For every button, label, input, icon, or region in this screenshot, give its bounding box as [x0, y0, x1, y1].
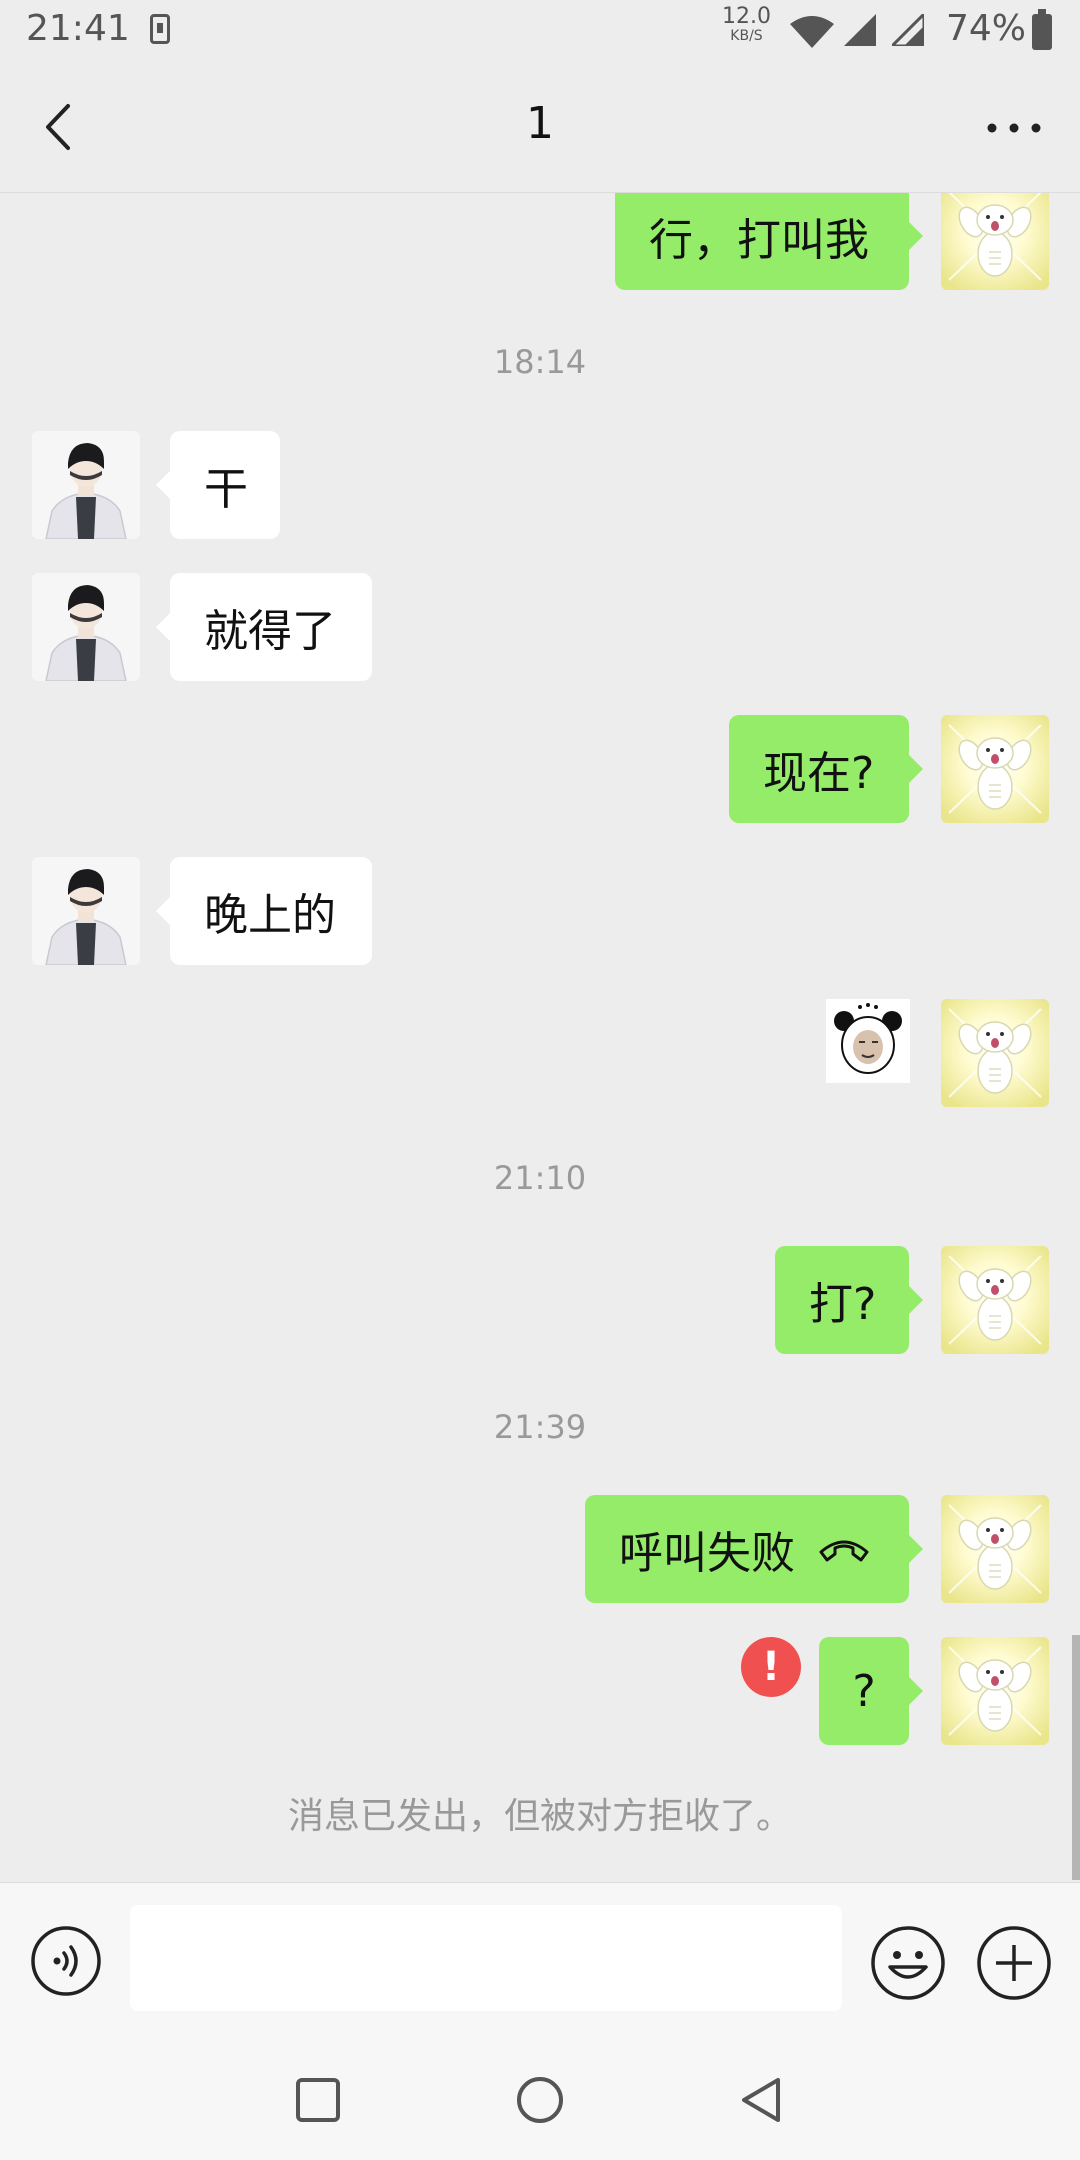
- more-horizontal-icon[interactable]: [984, 108, 1044, 148]
- download-icon: [150, 14, 170, 44]
- timestamp: 21:39: [493, 1408, 587, 1446]
- input-bar: [0, 1882, 1080, 2043]
- message-text: 就得了: [204, 606, 336, 657]
- contact-avatar[interactable]: [32, 573, 140, 681]
- battery-percent: 74%: [946, 8, 1027, 49]
- status-bar: 21:41 12.0 KB/S 74%: [0, 0, 1080, 64]
- my-avatar[interactable]: [941, 1246, 1049, 1354]
- incoming-message-bubble[interactable]: 晚上的: [156, 857, 372, 965]
- contact-avatar[interactable]: [32, 857, 140, 965]
- emoji-icon[interactable]: [870, 1925, 946, 2001]
- system-notice: 消息已发出，但被对方拒收了。: [287, 1796, 792, 1837]
- cell-signal-icon: [844, 14, 876, 46]
- message-text: ?: [852, 1665, 876, 1717]
- message-text: 打?: [809, 1279, 877, 1330]
- my-avatar[interactable]: [941, 999, 1049, 1107]
- plus-circle-icon[interactable]: [976, 1925, 1052, 2001]
- call-status-bubble[interactable]: 呼叫失败: [585, 1495, 923, 1603]
- voice-input-icon[interactable]: [30, 1925, 102, 1997]
- outgoing-message-bubble[interactable]: ?: [819, 1637, 923, 1745]
- send-failed-icon[interactable]: !: [741, 1637, 801, 1697]
- network-speed-value: 12.0: [722, 4, 771, 29]
- scrollbar[interactable]: [1072, 1635, 1080, 1880]
- panda-meme-sticker[interactable]: [826, 999, 910, 1083]
- message-text: 干: [204, 464, 248, 515]
- wifi-icon: [790, 16, 834, 48]
- outgoing-message-bubble[interactable]: 现在?: [729, 715, 923, 823]
- my-avatar[interactable]: [941, 715, 1049, 823]
- my-avatar[interactable]: [941, 1637, 1049, 1745]
- triangle-back-icon[interactable]: [734, 2072, 790, 2128]
- hang-up-phone-icon: [819, 1540, 869, 1562]
- battery-icon: [1032, 9, 1052, 50]
- message-text: 行，打叫我: [649, 215, 869, 266]
- network-speed-unit: KB/S: [730, 28, 763, 44]
- message-text: 晚上的: [204, 890, 336, 941]
- chat-title: 1: [526, 98, 554, 149]
- my-avatar[interactable]: [941, 1495, 1049, 1603]
- cell-signal-icon: [892, 14, 924, 46]
- outgoing-message-bubble[interactable]: 打?: [775, 1246, 923, 1354]
- square-recents-icon[interactable]: [290, 2072, 346, 2128]
- message-text: 现在?: [763, 748, 875, 799]
- incoming-message-bubble[interactable]: 就得了: [156, 573, 372, 681]
- message-list[interactable]: 行，打叫我 18:14 干 就得了 现在? 晚上的 21:10 打? 21:39: [0, 193, 1080, 1881]
- message-input[interactable]: [130, 1905, 842, 2011]
- circle-home-icon[interactable]: [512, 2072, 568, 2128]
- network-speed: 12.0 KB/S: [722, 4, 771, 45]
- my-avatar[interactable]: [941, 193, 1049, 290]
- incoming-message-bubble[interactable]: 干: [156, 431, 280, 539]
- chat-header: 1: [0, 64, 1080, 193]
- timestamp: 18:14: [493, 343, 587, 381]
- message-text: 呼叫失败: [619, 1528, 795, 1579]
- timestamp: 21:10: [493, 1159, 587, 1197]
- status-time: 21:41: [26, 8, 130, 49]
- contact-avatar[interactable]: [32, 431, 140, 539]
- system-nav-bar: [0, 2042, 1080, 2160]
- outgoing-message-bubble[interactable]: 行，打叫我: [615, 193, 923, 290]
